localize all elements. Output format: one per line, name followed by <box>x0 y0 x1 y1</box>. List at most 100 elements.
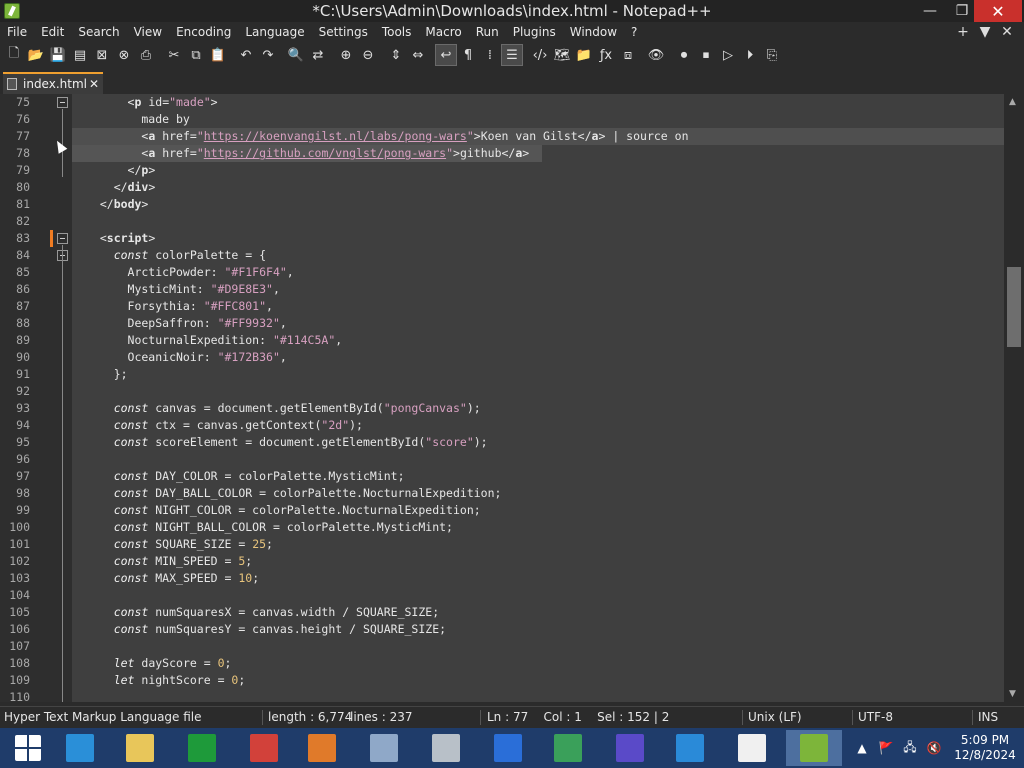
sync-horizontal-icon[interactable]: ⇔ <box>407 44 429 66</box>
menu-file[interactable]: File <box>0 22 34 42</box>
menu-language[interactable]: Language <box>238 22 311 42</box>
tab-close-icon[interactable]: ✕ <box>89 77 99 91</box>
zoom-out-icon[interactable]: ⊖ <box>357 44 379 66</box>
code-line[interactable]: <script> <box>86 230 155 247</box>
menu-run[interactable]: Run <box>469 22 506 42</box>
code-line[interactable]: }; <box>86 366 128 383</box>
network-icon[interactable] <box>540 730 596 766</box>
stop-macro-icon[interactable]: ⏹ <box>695 44 717 66</box>
code-line[interactable]: Forsythia: "#FFC801", <box>86 298 273 315</box>
menu-settings[interactable]: Settings <box>312 22 375 42</box>
word-wrap-icon[interactable]: ↩ <box>435 44 457 66</box>
menu-encoding[interactable]: Encoding <box>169 22 238 42</box>
menu-plugins[interactable]: Plugins <box>506 22 563 42</box>
copy-icon[interactable]: ⧉ <box>185 44 207 66</box>
function-map-icon[interactable]: 🗺 <box>551 44 573 66</box>
menu-search[interactable]: Search <box>71 22 126 42</box>
notepad-plus-plus-icon[interactable] <box>4 3 20 19</box>
fold-toggle-icon[interactable] <box>57 97 68 108</box>
code-editor[interactable]: 75 76 77 78 79 80 81 82 83 84 85 86 87 88 89 90 91 92 93 94… <box>0 94 1004 702</box>
paste-icon[interactable]: 📋 <box>207 44 229 66</box>
tab-index-html[interactable]: index.html ✕ <box>3 72 103 94</box>
show-hidden-icons-icon[interactable]: ▲ <box>850 741 874 755</box>
settings-gear-icon[interactable] <box>602 730 658 766</box>
media-player-icon[interactable] <box>294 730 350 766</box>
vertical-scrollbar[interactable]: ▲ ▼ <box>1004 94 1024 702</box>
code-line[interactable]: made by <box>86 111 189 128</box>
code-line[interactable]: let dayScore = 0; <box>86 655 232 672</box>
new-file-icon[interactable]: 🗋 <box>3 44 25 66</box>
tab-list-icon[interactable]: ▼ <box>974 22 996 42</box>
code-line[interactable]: <a href="https://koenvangilst.nl/labs/po… <box>86 128 688 145</box>
start-button[interactable] <box>0 730 56 766</box>
eol-format[interactable]: Unix (LF) <box>748 710 802 724</box>
close-icon[interactable]: ⊠ <box>91 44 113 66</box>
code-line[interactable]: <p id="made"> <box>86 94 218 111</box>
code-line[interactable]: let nightScore = 0; <box>86 672 246 689</box>
network-status-icon[interactable]: 🖧 <box>898 738 922 759</box>
scroll-down-icon[interactable]: ▼ <box>1009 689 1016 699</box>
code-line[interactable]: const scoreElement = document.getElement… <box>86 434 488 451</box>
code-line[interactable]: NocturnalExpedition: "#114C5A", <box>86 332 343 349</box>
save-macro-icon[interactable]: ⎘ <box>761 44 783 66</box>
menu-window[interactable]: Window <box>563 22 624 42</box>
print-icon[interactable]: ⎙ <box>135 44 157 66</box>
menu-help[interactable]: ? <box>624 22 644 42</box>
code-line[interactable]: const DAY_BALL_COLOR = colorPalette.Noct… <box>86 485 502 502</box>
close-tab-icon[interactable]: ✕ <box>996 22 1018 42</box>
close-window-button[interactable]: ✕ <box>974 0 1022 22</box>
indent-guide-icon[interactable]: ⁞ <box>479 44 501 66</box>
security-shield-icon[interactable] <box>480 730 536 766</box>
code-line[interactable]: const NIGHT_BALL_COLOR = colorPalette.My… <box>86 519 453 536</box>
undo-icon[interactable]: ↶ <box>235 44 257 66</box>
save-all-icon[interactable]: ▤ <box>69 44 91 66</box>
code-line[interactable]: const NIGHT_COLOR = colorPalette.Nocturn… <box>86 502 481 519</box>
folder-workspace-icon[interactable]: 📁 <box>573 44 595 66</box>
redo-icon[interactable]: ↷ <box>257 44 279 66</box>
play-multi-macro-icon[interactable]: ⏵ <box>739 44 761 66</box>
code-line[interactable]: OceanicNoir: "#172B36", <box>86 349 287 366</box>
recycle-bin-icon[interactable] <box>418 730 474 766</box>
udl-icon[interactable]: ‹/› <box>529 44 551 66</box>
function-list-icon[interactable]: ƒx <box>595 44 617 66</box>
sync-vertical-icon[interactable]: ⇕ <box>385 44 407 66</box>
scroll-up-icon[interactable]: ▲ <box>1009 97 1016 107</box>
store-icon[interactable] <box>174 730 230 766</box>
code-line[interactable]: DeepSaffron: "#FF9932", <box>86 315 287 332</box>
doc-switcher-icon[interactable]: ⧈ <box>617 44 639 66</box>
fold-toggle-icon[interactable] <box>57 233 68 244</box>
menu-macro[interactable]: Macro <box>418 22 468 42</box>
blank-document-icon[interactable] <box>724 730 780 766</box>
insert-mode[interactable]: INS <box>978 710 998 724</box>
code-line[interactable]: </div> <box>86 179 156 196</box>
replace-icon[interactable]: ⇄ <box>307 44 329 66</box>
notepad-plus-plus-icon[interactable] <box>786 730 842 766</box>
code-area[interactable]: <p id="made"> made by <a href="https://k… <box>72 94 1004 702</box>
encoding[interactable]: UTF-8 <box>858 710 893 724</box>
code-line[interactable]: MysticMint: "#D9E8E3", <box>86 281 280 298</box>
cut-icon[interactable]: ✂ <box>163 44 185 66</box>
code-line[interactable]: <a href="https://github.com/vnglst/pong-… <box>86 145 529 162</box>
code-line[interactable]: const SQUARE_SIZE = 25; <box>86 536 273 553</box>
zoom-in-icon[interactable]: ⊕ <box>335 44 357 66</box>
code-line[interactable]: const DAY_COLOR = colorPalette.MysticMin… <box>86 468 405 485</box>
code-line[interactable]: const canvas = document.getElementById("… <box>86 400 481 417</box>
play-macro-icon[interactable]: ▷ <box>717 44 739 66</box>
code-line[interactable]: const numSquaresY = canvas.height / SQUA… <box>86 621 446 638</box>
line-number-gutter[interactable]: 75 76 77 78 79 80 81 82 83 84 85 86 87 88 89 90 91 92 93 94… <box>0 94 72 702</box>
code-line[interactable]: const ctx = canvas.getContext("2d"); <box>86 417 363 434</box>
open-file-icon[interactable]: 📂 <box>25 44 47 66</box>
minimize-button[interactable]: — <box>914 0 946 22</box>
internet-explorer-icon[interactable] <box>52 730 108 766</box>
monitoring-icon[interactable]: 👁 <box>645 44 667 66</box>
performance-monitor-icon[interactable] <box>356 730 412 766</box>
code-line[interactable]: const colorPalette = { <box>86 247 266 264</box>
code-line[interactable]: </body> <box>86 196 149 213</box>
app-red-icon[interactable] <box>236 730 292 766</box>
new-tab-icon[interactable]: + <box>952 22 974 42</box>
show-all-chars-icon[interactable]: ¶ <box>457 44 479 66</box>
code-line[interactable]: </p> <box>86 162 156 179</box>
menu-view[interactable]: View <box>127 22 169 42</box>
file-explorer-icon[interactable] <box>112 730 168 766</box>
save-icon[interactable]: 💾 <box>47 44 69 66</box>
